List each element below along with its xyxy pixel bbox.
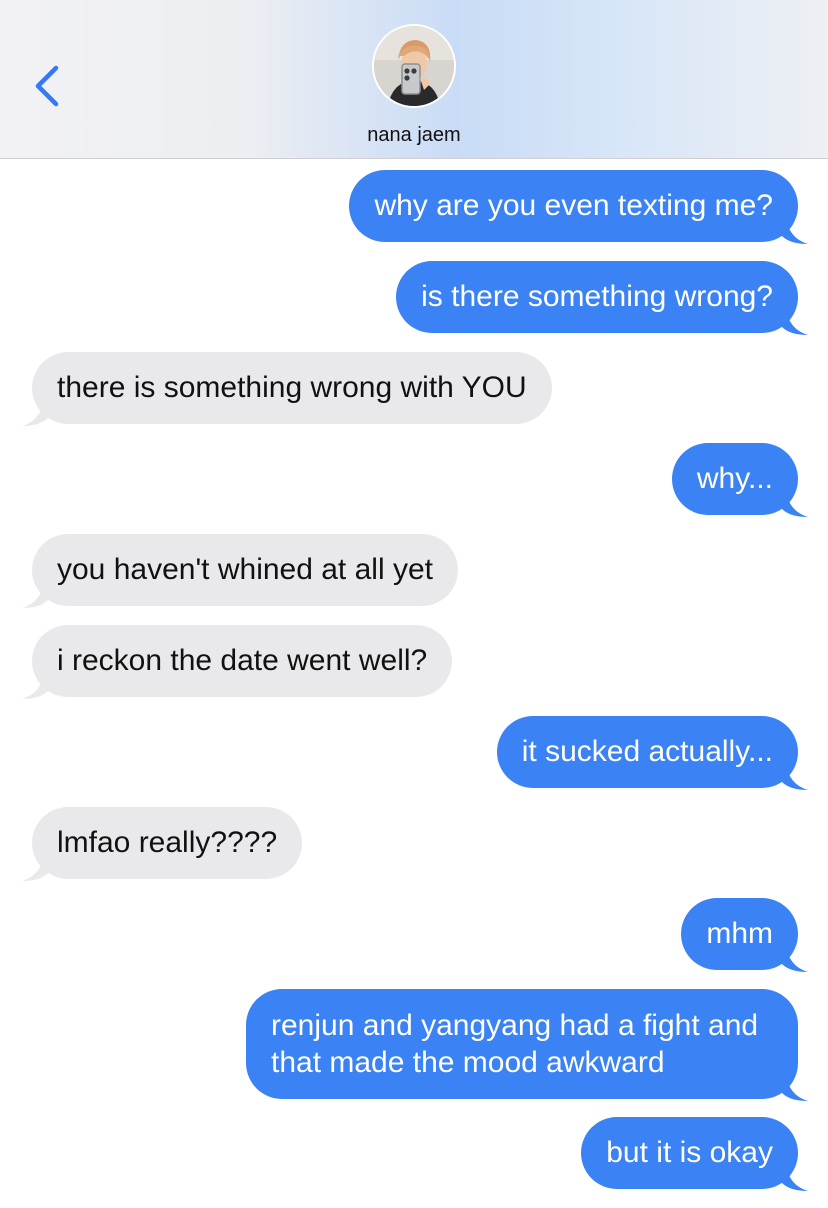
message-row: why are you even texting me? (0, 170, 828, 261)
message-row: renjun and yangyang had a fight and that… (0, 989, 828, 1117)
message-row: you haven't whined at all yet (0, 534, 828, 625)
message-text: why... (696, 462, 773, 495)
message-row: it sucked actually... (0, 716, 828, 807)
message-row: i reckon the date went well? (0, 625, 828, 716)
message-text: i reckon the date went well? (57, 644, 428, 677)
bubble-tail (22, 671, 48, 699)
sent-message-bubble[interactable]: why are you even texting me? (349, 170, 808, 244)
bubble-tail (22, 853, 48, 881)
message-text: why are you even texting me? (374, 189, 773, 222)
received-message-bubble[interactable]: there is something wrong with YOU (22, 352, 552, 426)
sent-message-bubble[interactable]: mhm (681, 898, 808, 972)
message-text: you haven't whined at all yet (57, 553, 433, 586)
message-row: there is something wrong with YOU (0, 352, 828, 443)
message-text: renjun and yangyang had a fight and that… (271, 1009, 759, 1079)
bubble-tail (22, 580, 48, 608)
bubble-tail (22, 398, 48, 426)
message-text: it sucked actually... (521, 735, 773, 768)
avatar-photo (374, 26, 454, 106)
message-thread: why are you even texting me? is there so… (0, 170, 828, 1208)
message-row: but it is okay (0, 1117, 828, 1208)
message-row: lmfao really???? (0, 807, 828, 898)
message-row: mhm (0, 898, 828, 989)
sent-message-bubble[interactable]: but it is okay (581, 1117, 808, 1191)
received-message-bubble[interactable]: you haven't whined at all yet (22, 534, 458, 608)
bubble-tail (782, 762, 808, 790)
chevron-left-icon (35, 65, 59, 107)
sent-message-bubble[interactable]: renjun and yangyang had a fight and that… (246, 989, 808, 1101)
contact-avatar[interactable] (372, 24, 456, 108)
message-text: there is something wrong with YOU (57, 371, 527, 404)
sent-message-bubble[interactable]: it sucked actually... (496, 716, 808, 790)
sent-message-bubble[interactable]: why... (671, 443, 808, 517)
conversation-header: nana jaem (0, 0, 828, 159)
bubble-tail (782, 944, 808, 972)
back-button[interactable] (28, 60, 68, 112)
received-message-bubble[interactable]: i reckon the date went well? (22, 625, 453, 699)
bubble-tail (782, 307, 808, 335)
message-text: is there something wrong? (421, 280, 773, 313)
message-text: mhm (706, 917, 773, 950)
bubble-tail (782, 1163, 808, 1191)
message-text: lmfao really???? (57, 826, 278, 859)
bubble-tail (782, 1073, 808, 1101)
contact-name[interactable]: nana jaem (0, 124, 828, 147)
bubble-tail (782, 216, 808, 244)
received-message-bubble[interactable]: lmfao really???? (22, 807, 303, 881)
sent-message-bubble[interactable]: is there something wrong? (396, 261, 808, 335)
message-text: but it is okay (606, 1136, 773, 1169)
message-row: why... (0, 443, 828, 534)
bubble-tail (782, 489, 808, 517)
message-row: is there something wrong? (0, 261, 828, 352)
